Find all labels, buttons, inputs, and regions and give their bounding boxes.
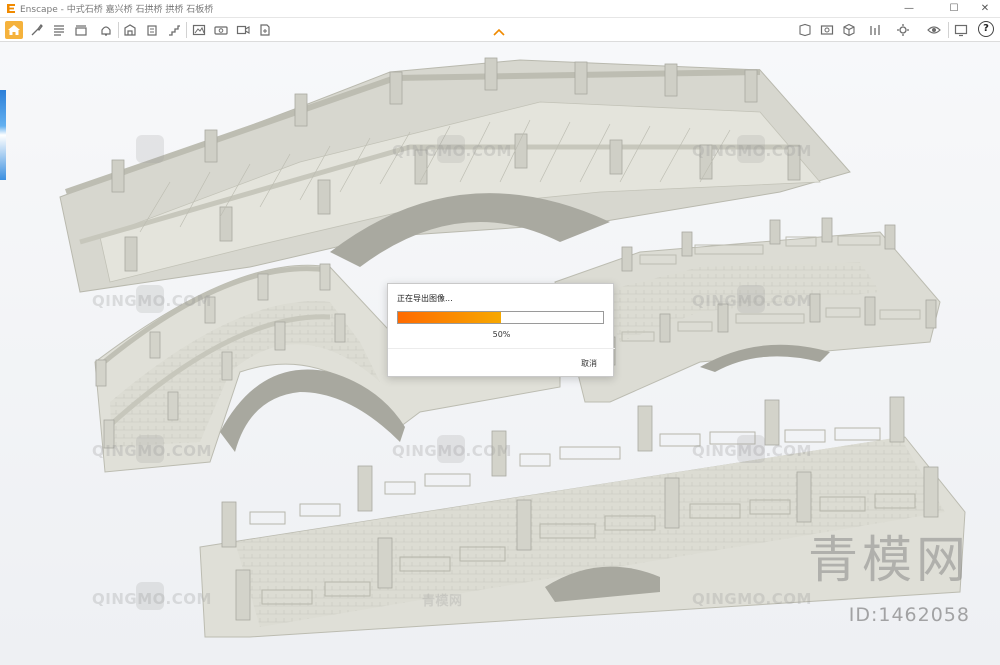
monitor-icon[interactable]	[952, 21, 970, 39]
cancel-button[interactable]: 取消	[581, 358, 597, 369]
progress-fill	[398, 312, 501, 323]
watermark-text: QINGMO.COM	[692, 292, 812, 310]
batch-export-icon[interactable]	[256, 21, 274, 39]
brand-watermark: 青模网	[808, 531, 970, 589]
toolbar-separator	[948, 22, 949, 38]
toolbar-separator	[186, 22, 187, 38]
video-icon[interactable]	[234, 21, 252, 39]
watermark-small-text: 青模网	[422, 594, 463, 609]
bim-icon[interactable]	[72, 21, 90, 39]
watermark-text: QINGMO.COM	[92, 442, 212, 460]
toolbar-separator	[118, 22, 119, 38]
brush-icon[interactable]	[28, 21, 46, 39]
watermark-text: QINGMO.COM	[392, 142, 512, 160]
maximize-button[interactable]: ☐	[939, 0, 969, 18]
model-id-text: ID:1462058	[848, 604, 970, 626]
progress-bar	[397, 311, 604, 324]
watermark-logo-icon	[136, 135, 164, 163]
dialog-title: 正在导出图像...	[397, 294, 453, 303]
progress-percent-label: 50%	[492, 330, 511, 339]
settings-icon[interactable]	[894, 21, 912, 39]
watermark-text: QINGMO.COM	[92, 590, 212, 608]
asset-library-icon[interactable]	[796, 21, 814, 39]
building-icon[interactable]	[121, 21, 139, 39]
dialog-divider	[388, 348, 615, 349]
watermark-text: QINGMO.COM	[392, 442, 512, 460]
watermark-text: QINGMO.COM	[692, 442, 812, 460]
flat-slab-bridge	[199, 396, 966, 638]
window-title: Enscape - 中式石桥 嘉兴桥 石拱桥 拱桥 石板桥	[20, 5, 214, 15]
export-panorama-icon[interactable]	[212, 21, 230, 39]
close-button[interactable]: ✕	[970, 0, 1000, 18]
stairs-icon[interactable]	[165, 21, 183, 39]
home-icon[interactable]	[5, 21, 23, 39]
watermark-text: QINGMO.COM	[692, 142, 812, 160]
scale-icon[interactable]	[866, 21, 884, 39]
help-button[interactable]: ?	[978, 21, 994, 37]
bell-icon[interactable]	[97, 21, 115, 39]
title-bar: Enscape - 中式石桥 嘉兴桥 石拱桥 拱桥 石板桥 — ☐ ✕	[0, 0, 1000, 18]
minimize-button[interactable]: —	[894, 0, 924, 18]
cube-icon[interactable]	[840, 21, 858, 39]
list-icon[interactable]	[50, 21, 68, 39]
screenshot-icon[interactable]	[818, 21, 836, 39]
eye-icon[interactable]	[925, 21, 943, 39]
collapse-chevron-icon[interactable]	[492, 27, 506, 37]
watermark-text: QINGMO.COM	[692, 590, 812, 608]
enscape-logo-icon	[7, 4, 15, 13]
watermark-text: QINGMO.COM	[92, 292, 212, 310]
export-progress-dialog: 正在导出图像... 50% 取消	[387, 283, 615, 377]
building-alt-icon[interactable]	[143, 21, 161, 39]
export-image-icon[interactable]	[190, 21, 208, 39]
